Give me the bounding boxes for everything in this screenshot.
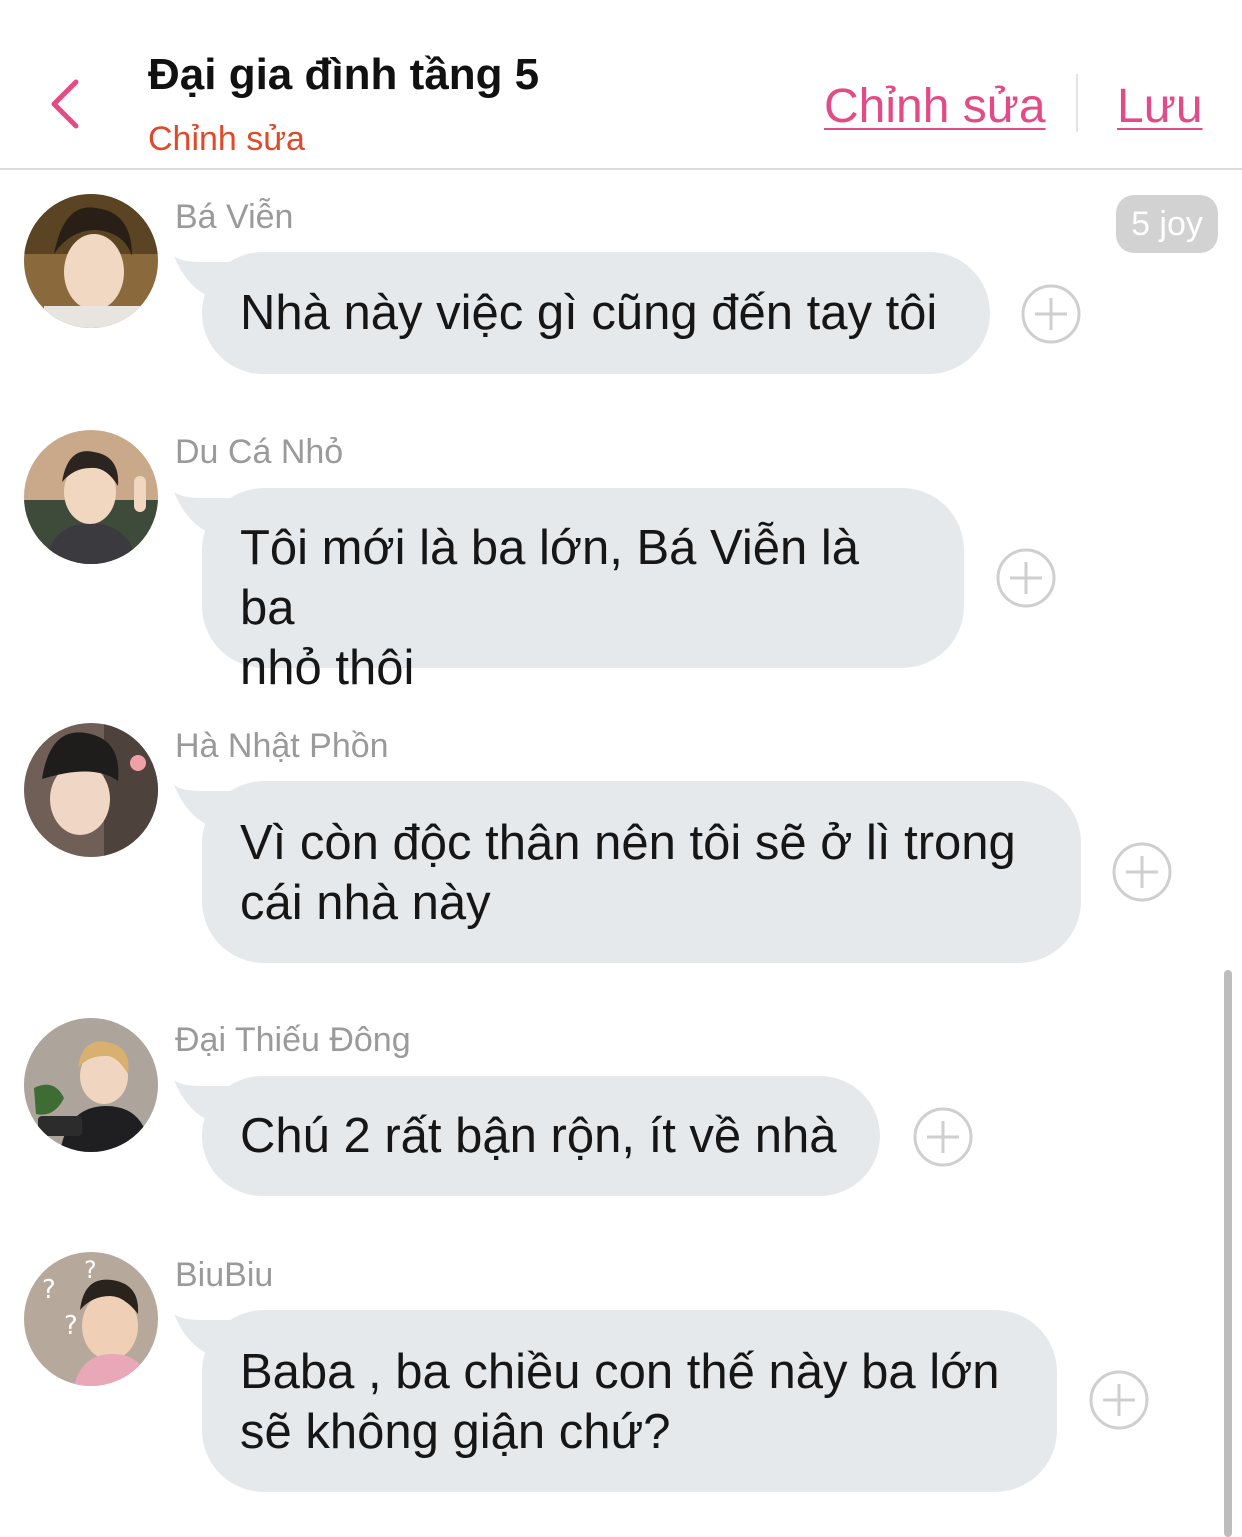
add-reaction-icon[interactable] (1021, 284, 1081, 344)
add-reaction-icon[interactable] (1112, 842, 1172, 902)
avatar[interactable] (24, 194, 158, 328)
avatar[interactable]: ? ? ? (24, 1252, 158, 1386)
message-line: nhỏ thôi (240, 641, 415, 695)
sender-name: Đại Thiếu Đông (175, 1021, 411, 1059)
add-reaction-icon[interactable] (913, 1107, 973, 1167)
back-chevron-icon[interactable] (40, 72, 96, 136)
message-bubble[interactable]: Vì còn độc thân nên tôi sẽ ở lì trong cá… (202, 781, 1081, 963)
message-line: Nhà này việc gì cũng đến tay tôi (240, 286, 938, 340)
message-line: Vì còn độc thân nên tôi sẽ ở lì trong (240, 816, 1016, 870)
scrollbar[interactable] (1224, 970, 1232, 1537)
add-reaction-icon[interactable] (1089, 1370, 1149, 1430)
avatar[interactable] (24, 430, 158, 564)
message-bubble[interactable]: Tôi mới là ba lớn, Bá Viễn là ba nhỏ thô… (202, 488, 964, 695)
chat-header: Đại gia đình tầng 5 Chỉnh sửa Chỉnh sửa … (0, 0, 1242, 170)
chat-title: Đại gia đình tầng 5 (148, 50, 540, 99)
svg-text:?: ? (84, 1256, 97, 1284)
message-line: Tôi mới là ba lớn, Bá Viễn là ba (240, 521, 859, 635)
sender-name: BiuBiu (175, 1256, 274, 1294)
svg-text:?: ? (64, 1311, 78, 1341)
message-line: Baba , ba chiều con thế này ba lớn (240, 1345, 1000, 1399)
message-line: sẽ không giận chứ? (240, 1405, 671, 1459)
sender-name: Hà Nhật Phồn (175, 727, 389, 765)
svg-text:?: ? (42, 1275, 56, 1305)
message-bubble[interactable]: Nhà này việc gì cũng đến tay tôi (202, 252, 990, 374)
message-line: cái nhà này (240, 876, 491, 930)
header-divider (1076, 74, 1078, 132)
save-button[interactable]: Lưu (1117, 78, 1203, 136)
sender-name: Du Cá Nhỏ (175, 433, 344, 471)
chat-subtitle: Chỉnh sửa (148, 120, 305, 158)
joy-badge: 5 joy (1116, 195, 1218, 253)
edit-button[interactable]: Chỉnh sửa (824, 78, 1046, 136)
message-line: Chú 2 rất bận rộn, ít về nhà (240, 1109, 837, 1163)
avatar[interactable] (24, 1018, 158, 1152)
message-bubble[interactable]: Baba , ba chiều con thế này ba lớn sẽ kh… (202, 1310, 1057, 1492)
add-reaction-icon[interactable] (996, 548, 1056, 608)
sender-name: Bá Viễn (175, 198, 294, 236)
avatar[interactable] (24, 723, 158, 857)
message-bubble[interactable]: Chú 2 rất bận rộn, ít về nhà (202, 1076, 880, 1196)
